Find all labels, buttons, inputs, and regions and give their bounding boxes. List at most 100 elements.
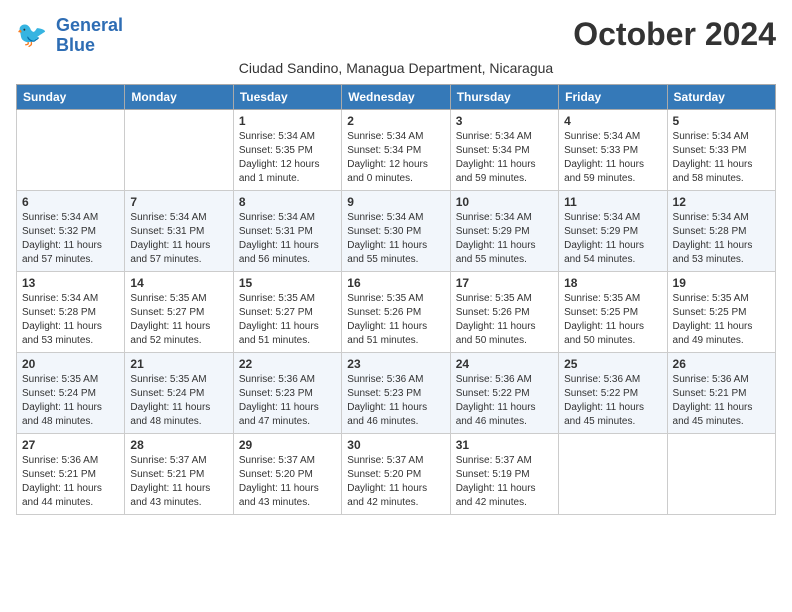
day-detail: Sunrise: 5:34 AMSunset: 5:34 PMDaylight:… xyxy=(347,130,444,186)
calendar-cell: 10 Sunrise: 5:34 AMSunset: 5:29 PMDaylig… xyxy=(450,190,558,271)
calendar-cell: 19 Sunrise: 5:35 AMSunset: 5:25 PMDaylig… xyxy=(667,271,775,352)
calendar-cell: 4 Sunrise: 5:34 AMSunset: 5:33 PMDayligh… xyxy=(559,109,667,190)
logo: 🐦 General Blue xyxy=(16,16,123,56)
calendar-cell: 21 Sunrise: 5:35 AMSunset: 5:24 PMDaylig… xyxy=(125,352,233,433)
day-detail: Sunrise: 5:35 AMSunset: 5:25 PMDaylight:… xyxy=(564,292,661,348)
day-detail: Sunrise: 5:35 AMSunset: 5:25 PMDaylight:… xyxy=(673,292,770,348)
day-number: 20 xyxy=(22,357,119,371)
col-wednesday: Wednesday xyxy=(342,84,450,109)
day-detail: Sunrise: 5:34 AMSunset: 5:28 PMDaylight:… xyxy=(673,211,770,267)
calendar-week-5: 27 Sunrise: 5:36 AMSunset: 5:21 PMDaylig… xyxy=(17,433,776,514)
day-number: 16 xyxy=(347,276,444,290)
calendar-cell: 28 Sunrise: 5:37 AMSunset: 5:21 PMDaylig… xyxy=(125,433,233,514)
calendar-week-4: 20 Sunrise: 5:35 AMSunset: 5:24 PMDaylig… xyxy=(17,352,776,433)
day-number: 8 xyxy=(239,195,336,209)
day-detail: Sunrise: 5:36 AMSunset: 5:23 PMDaylight:… xyxy=(239,373,336,429)
day-detail: Sunrise: 5:36 AMSunset: 5:23 PMDaylight:… xyxy=(347,373,444,429)
day-number: 14 xyxy=(130,276,227,290)
day-detail: Sunrise: 5:34 AMSunset: 5:31 PMDaylight:… xyxy=(239,211,336,267)
day-number: 3 xyxy=(456,114,553,128)
day-number: 7 xyxy=(130,195,227,209)
day-number: 29 xyxy=(239,438,336,452)
col-thursday: Thursday xyxy=(450,84,558,109)
day-number: 18 xyxy=(564,276,661,290)
header: 🐦 General Blue October 2024 xyxy=(16,16,776,56)
day-number: 9 xyxy=(347,195,444,209)
calendar-cell: 2 Sunrise: 5:34 AMSunset: 5:34 PMDayligh… xyxy=(342,109,450,190)
day-number: 26 xyxy=(673,357,770,371)
day-number: 17 xyxy=(456,276,553,290)
calendar-cell: 12 Sunrise: 5:34 AMSunset: 5:28 PMDaylig… xyxy=(667,190,775,271)
header-row: Sunday Monday Tuesday Wednesday Thursday… xyxy=(17,84,776,109)
day-detail: Sunrise: 5:34 AMSunset: 5:29 PMDaylight:… xyxy=(564,211,661,267)
calendar-cell: 15 Sunrise: 5:35 AMSunset: 5:27 PMDaylig… xyxy=(233,271,341,352)
day-detail: Sunrise: 5:37 AMSunset: 5:21 PMDaylight:… xyxy=(130,454,227,510)
day-number: 27 xyxy=(22,438,119,452)
calendar-cell: 11 Sunrise: 5:34 AMSunset: 5:29 PMDaylig… xyxy=(559,190,667,271)
day-number: 31 xyxy=(456,438,553,452)
day-detail: Sunrise: 5:34 AMSunset: 5:35 PMDaylight:… xyxy=(239,130,336,186)
day-detail: Sunrise: 5:36 AMSunset: 5:22 PMDaylight:… xyxy=(564,373,661,429)
calendar-cell: 14 Sunrise: 5:35 AMSunset: 5:27 PMDaylig… xyxy=(125,271,233,352)
day-number: 22 xyxy=(239,357,336,371)
day-detail: Sunrise: 5:34 AMSunset: 5:31 PMDaylight:… xyxy=(130,211,227,267)
calendar-cell: 23 Sunrise: 5:36 AMSunset: 5:23 PMDaylig… xyxy=(342,352,450,433)
day-detail: Sunrise: 5:34 AMSunset: 5:33 PMDaylight:… xyxy=(564,130,661,186)
day-detail: Sunrise: 5:36 AMSunset: 5:21 PMDaylight:… xyxy=(22,454,119,510)
col-saturday: Saturday xyxy=(667,84,775,109)
calendar-cell: 6 Sunrise: 5:34 AMSunset: 5:32 PMDayligh… xyxy=(17,190,125,271)
calendar-cell: 22 Sunrise: 5:36 AMSunset: 5:23 PMDaylig… xyxy=(233,352,341,433)
day-detail: Sunrise: 5:34 AMSunset: 5:28 PMDaylight:… xyxy=(22,292,119,348)
day-detail: Sunrise: 5:34 AMSunset: 5:32 PMDaylight:… xyxy=(22,211,119,267)
calendar-cell: 3 Sunrise: 5:34 AMSunset: 5:34 PMDayligh… xyxy=(450,109,558,190)
calendar-cell: 17 Sunrise: 5:35 AMSunset: 5:26 PMDaylig… xyxy=(450,271,558,352)
calendar-cell xyxy=(559,433,667,514)
calendar-week-2: 6 Sunrise: 5:34 AMSunset: 5:32 PMDayligh… xyxy=(17,190,776,271)
col-tuesday: Tuesday xyxy=(233,84,341,109)
day-number: 2 xyxy=(347,114,444,128)
calendar-cell: 9 Sunrise: 5:34 AMSunset: 5:30 PMDayligh… xyxy=(342,190,450,271)
calendar-cell: 5 Sunrise: 5:34 AMSunset: 5:33 PMDayligh… xyxy=(667,109,775,190)
day-number: 12 xyxy=(673,195,770,209)
day-detail: Sunrise: 5:37 AMSunset: 5:20 PMDaylight:… xyxy=(347,454,444,510)
calendar-cell: 7 Sunrise: 5:34 AMSunset: 5:31 PMDayligh… xyxy=(125,190,233,271)
day-detail: Sunrise: 5:35 AMSunset: 5:27 PMDaylight:… xyxy=(130,292,227,348)
calendar-cell: 31 Sunrise: 5:37 AMSunset: 5:19 PMDaylig… xyxy=(450,433,558,514)
calendar-cell: 30 Sunrise: 5:37 AMSunset: 5:20 PMDaylig… xyxy=(342,433,450,514)
calendar-cell: 20 Sunrise: 5:35 AMSunset: 5:24 PMDaylig… xyxy=(17,352,125,433)
day-number: 4 xyxy=(564,114,661,128)
day-detail: Sunrise: 5:35 AMSunset: 5:24 PMDaylight:… xyxy=(22,373,119,429)
day-detail: Sunrise: 5:37 AMSunset: 5:20 PMDaylight:… xyxy=(239,454,336,510)
day-number: 15 xyxy=(239,276,336,290)
day-detail: Sunrise: 5:37 AMSunset: 5:19 PMDaylight:… xyxy=(456,454,553,510)
day-detail: Sunrise: 5:36 AMSunset: 5:21 PMDaylight:… xyxy=(673,373,770,429)
subtitle: Ciudad Sandino, Managua Department, Nica… xyxy=(16,60,776,76)
calendar-cell: 13 Sunrise: 5:34 AMSunset: 5:28 PMDaylig… xyxy=(17,271,125,352)
day-number: 10 xyxy=(456,195,553,209)
calendar-cell xyxy=(125,109,233,190)
day-number: 30 xyxy=(347,438,444,452)
day-detail: Sunrise: 5:35 AMSunset: 5:26 PMDaylight:… xyxy=(347,292,444,348)
calendar-cell: 25 Sunrise: 5:36 AMSunset: 5:22 PMDaylig… xyxy=(559,352,667,433)
day-number: 23 xyxy=(347,357,444,371)
day-detail: Sunrise: 5:34 AMSunset: 5:29 PMDaylight:… xyxy=(456,211,553,267)
calendar-cell xyxy=(17,109,125,190)
day-number: 6 xyxy=(22,195,119,209)
day-detail: Sunrise: 5:35 AMSunset: 5:24 PMDaylight:… xyxy=(130,373,227,429)
day-number: 5 xyxy=(673,114,770,128)
calendar-cell: 24 Sunrise: 5:36 AMSunset: 5:22 PMDaylig… xyxy=(450,352,558,433)
day-detail: Sunrise: 5:36 AMSunset: 5:22 PMDaylight:… xyxy=(456,373,553,429)
day-detail: Sunrise: 5:34 AMSunset: 5:30 PMDaylight:… xyxy=(347,211,444,267)
day-detail: Sunrise: 5:35 AMSunset: 5:27 PMDaylight:… xyxy=(239,292,336,348)
day-detail: Sunrise: 5:35 AMSunset: 5:26 PMDaylight:… xyxy=(456,292,553,348)
day-detail: Sunrise: 5:34 AMSunset: 5:33 PMDaylight:… xyxy=(673,130,770,186)
day-number: 25 xyxy=(564,357,661,371)
col-sunday: Sunday xyxy=(17,84,125,109)
day-number: 21 xyxy=(130,357,227,371)
month-title: October 2024 xyxy=(573,16,776,53)
day-number: 19 xyxy=(673,276,770,290)
calendar-week-1: 1 Sunrise: 5:34 AMSunset: 5:35 PMDayligh… xyxy=(17,109,776,190)
calendar-cell: 18 Sunrise: 5:35 AMSunset: 5:25 PMDaylig… xyxy=(559,271,667,352)
day-number: 11 xyxy=(564,195,661,209)
calendar-cell: 16 Sunrise: 5:35 AMSunset: 5:26 PMDaylig… xyxy=(342,271,450,352)
